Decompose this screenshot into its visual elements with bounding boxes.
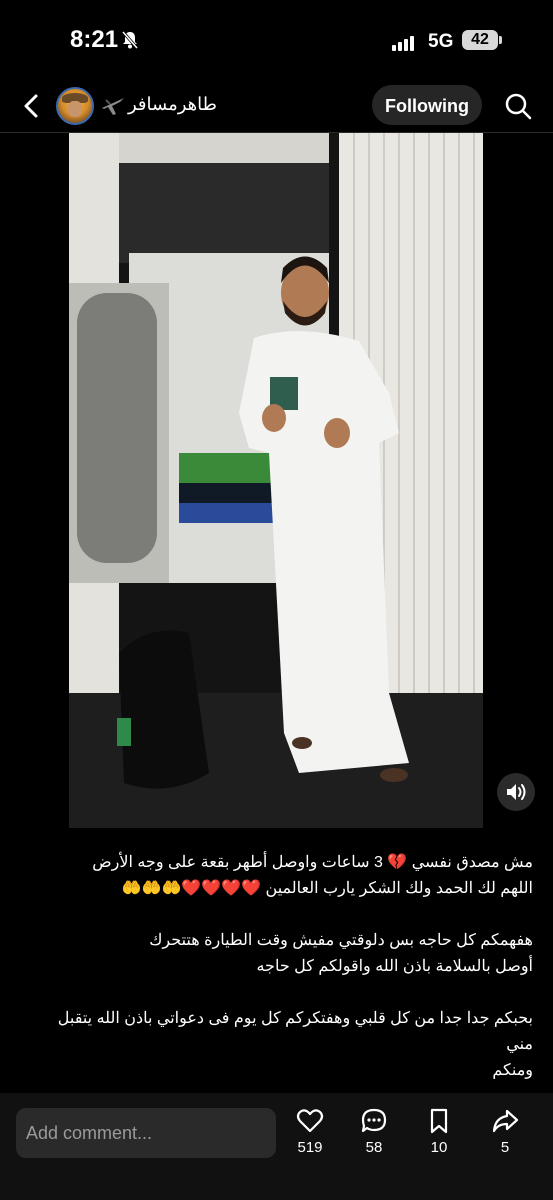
network-label: 5G [428,31,454,52]
caption-line: أوصل بالسلامة باذن الله واقولكم كل حاجه [256,958,533,975]
comment-count: 58 [365,1139,383,1156]
sound-toggle-button[interactable] [497,773,535,811]
post-caption: مش مصدق نفسي 💔 3 ساعات واوصل أطهر بقعة ع… [28,850,533,1084]
post-header: طاهرمسافر Following [0,80,553,133]
status-time: 8:21 [70,26,119,53]
like-count: 519 [297,1139,323,1156]
caption-line: هفهمكم كل حاجه بس دلوقتي مفيش وقت الطيار… [149,932,533,949]
bookmark-icon [430,1108,448,1134]
heart-icon [296,1109,324,1133]
speaker-icon [507,784,526,800]
like-button[interactable]: 519 [285,1107,335,1156]
avatar[interactable] [56,87,94,125]
status-bar: 8:21 5G 42 [0,0,553,80]
back-arrow-icon[interactable] [20,92,44,120]
battery-tip [499,36,502,44]
post-photo[interactable] [69,133,483,828]
following-button[interactable]: Following [372,85,482,125]
save-button[interactable]: 10 [414,1107,464,1156]
share-arrow-icon [492,1109,519,1133]
comment-bubble-icon [361,1108,387,1133]
photo-illustration [69,133,483,828]
search-icon[interactable] [504,92,532,120]
save-count: 10 [430,1139,448,1156]
caption-line: ومنكم [492,1062,533,1079]
comment-button[interactable]: 58 [349,1107,399,1156]
airplane-icon [102,98,124,115]
caption-line: اللهم لك الحمد ولك الشكر يارب العالمين ❤… [121,880,533,897]
username[interactable]: طاهرمسافر [128,94,217,115]
bell-muted-icon [121,31,139,49]
caption-line: بحبكم جدا جدا من كل قلبي وهفتكركم كل يوم… [57,1010,533,1053]
signal-icon [392,33,416,51]
share-button[interactable]: 5 [480,1107,530,1156]
share-count: 5 [500,1139,510,1156]
bottom-action-bar: Add comment... 519 58 10 5 [0,1093,553,1200]
add-comment-input[interactable]: Add comment... [16,1108,276,1158]
caption-line: مش مصدق نفسي 💔 3 ساعات واوصل أطهر بقعة ع… [92,854,533,871]
battery-icon: 42 [462,30,498,50]
